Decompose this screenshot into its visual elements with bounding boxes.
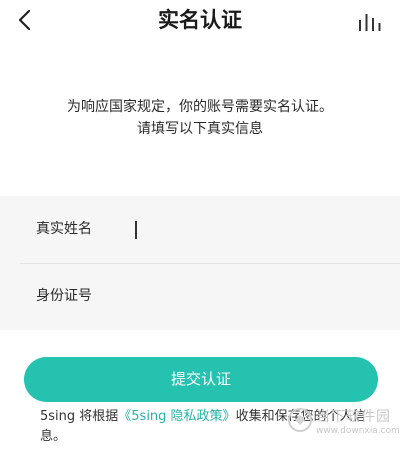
notice-line-1: 为响应国家规定，你的账号需要实名认证。 [67, 99, 333, 115]
watermark-logo-icon [288, 408, 312, 432]
verification-form: 真实姓名 身份证号 [0, 196, 400, 330]
privacy-policy-link[interactable]: 《5sing 隐私政策》 [118, 409, 235, 424]
id-row: 身份证号 [0, 263, 400, 330]
id-number-input[interactable] [132, 283, 390, 311]
watermark-text: 当下软件园 [316, 409, 391, 425]
header: 实名认证 [0, 0, 400, 44]
stats-button[interactable] [358, 10, 382, 32]
notice-text: 为响应国家规定，你的账号需要实名认证。 请填写以下真实信息 [0, 96, 400, 140]
id-label: 身份证号 [36, 288, 92, 304]
privacy-prefix: 5sing 将根据 [40, 409, 119, 424]
text-cursor [135, 221, 137, 239]
name-label: 真实姓名 [36, 221, 92, 237]
name-row: 真实姓名 [0, 196, 400, 263]
watermark-url: www.downxia.com [316, 426, 400, 436]
submit-button[interactable]: 提交认证 [24, 357, 378, 402]
real-name-input[interactable] [132, 216, 390, 244]
page-title: 实名认证 [158, 8, 242, 32]
notice-line-2: 请填写以下真实信息 [137, 121, 263, 137]
bar-chart-icon [359, 14, 381, 31]
watermark: 当下软件园 www.downxia.com [286, 404, 400, 446]
